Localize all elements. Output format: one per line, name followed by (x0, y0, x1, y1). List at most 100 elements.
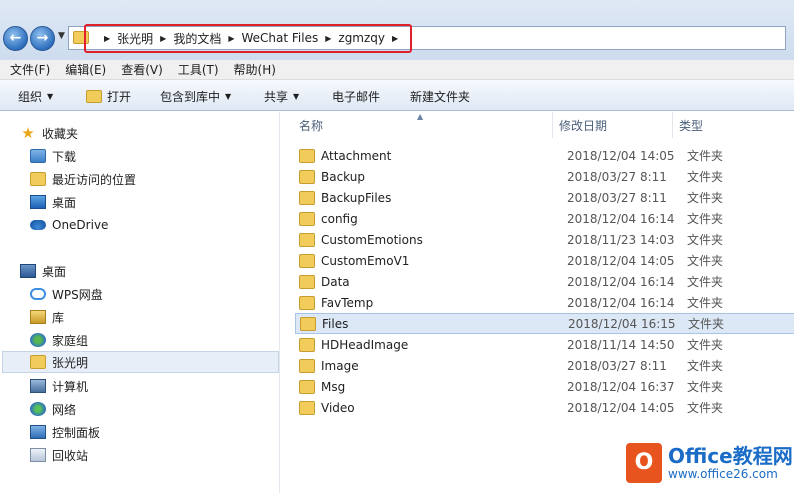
nav-control-panel[interactable]: 控制面板 (30, 421, 100, 443)
menu-tools[interactable]: 工具(T) (178, 61, 219, 78)
organize-label: 组织 (18, 90, 43, 104)
highlight-box (84, 24, 412, 53)
watermark: O Office教程网 www.office26.com (626, 443, 793, 483)
table-row[interactable]: CustomEmotions 2018/11/23 14:03 文件夹 (295, 229, 794, 250)
file-modified-date: 2018/03/27 8:11 (567, 190, 667, 205)
file-type: 文件夹 (687, 191, 724, 205)
file-name: Attachment (321, 148, 392, 163)
table-row[interactable]: Msg 2018/12/04 16:37 文件夹 (295, 376, 794, 397)
back-button[interactable]: ← (3, 26, 28, 51)
nav-favorites[interactable]: ★ 收藏夹 (20, 122, 78, 144)
table-row[interactable]: HDHeadImage 2018/11/14 14:50 文件夹 (295, 334, 794, 355)
file-list[interactable]: ▲ 名称 修改日期 类型 Attachment 2018/12/04 14:05 文… (281, 112, 794, 493)
file-name: Image (321, 358, 359, 373)
folder-icon (299, 274, 315, 289)
cloud-icon (30, 220, 46, 230)
file-modified-date: 2018/12/04 14:05 (567, 148, 675, 163)
desktop-monitor-icon (20, 264, 36, 278)
nav-computer[interactable]: 计算机 (30, 375, 88, 397)
file-modified-date: 2018/12/04 14:05 (567, 253, 675, 268)
nav-downloads[interactable]: 下载 (30, 145, 76, 167)
share-button[interactable]: 共享 ▼ (264, 88, 299, 105)
file-name: CustomEmoV1 (321, 253, 410, 268)
chevron-down-icon: ▼ (225, 92, 232, 101)
command-bar: 组织 ▼ 打开 包含到库中 ▼ 共享 ▼ 电子邮件 新建文件夹 (0, 80, 794, 111)
watermark-url: www.office26.com (668, 467, 778, 481)
file-name: HDHeadImage (321, 337, 409, 352)
nav-user-folder[interactable]: 张光明 (2, 351, 279, 373)
table-row[interactable]: config 2018/12/04 16:14 文件夹 (295, 208, 794, 229)
nav-homegroup[interactable]: 家庭组 (30, 329, 88, 351)
menu-view[interactable]: 查看(V) (121, 61, 163, 78)
folder-icon (299, 190, 315, 205)
table-row[interactable]: BackupFiles 2018/03/27 8:11 文件夹 (295, 187, 794, 208)
include-in-library-button[interactable]: 包含到库中 ▼ (160, 88, 231, 105)
nav-onedrive[interactable]: OneDrive (30, 214, 108, 236)
file-type: 文件夹 (687, 275, 724, 289)
history-dropdown-icon[interactable]: ▼ (58, 31, 65, 41)
file-name: config (321, 211, 358, 226)
nav-desktop-favorite[interactable]: 桌面 (30, 191, 76, 213)
table-row[interactable]: Video 2018/12/04 14:05 文件夹 (295, 397, 794, 418)
new-folder-label: 新建文件夹 (410, 90, 471, 104)
new-folder-button[interactable]: 新建文件夹 (410, 88, 470, 105)
column-header-name[interactable]: 名称 (293, 112, 553, 138)
table-row[interactable]: FavTemp 2018/12/04 16:14 文件夹 (295, 292, 794, 313)
navigation-pane[interactable]: ★ 收藏夹 下载 最近访问的位置 桌面 OneDrive 桌面 WPS网盘 库 … (0, 112, 280, 493)
user-folder-icon (30, 355, 46, 369)
file-type: 文件夹 (687, 338, 724, 352)
nav-recent-places[interactable]: 最近访问的位置 (30, 168, 136, 190)
column-header-type[interactable]: 类型 (673, 112, 794, 138)
column-label: 类型 (679, 118, 704, 133)
wps-cloud-icon (30, 288, 46, 300)
nav-libraries[interactable]: 库 (30, 306, 64, 328)
recent-places-icon (30, 172, 46, 186)
organize-button[interactable]: 组织 ▼ (18, 88, 53, 105)
nav-network[interactable]: 网络 (30, 398, 76, 420)
folder-icon (299, 148, 315, 163)
homegroup-icon (30, 333, 46, 347)
desktop-icon (30, 195, 46, 209)
office-logo-icon: O (626, 443, 662, 483)
table-row[interactable]: Data 2018/12/04 16:14 文件夹 (295, 271, 794, 292)
open-button[interactable]: 打开 (86, 88, 131, 105)
nav-wps-cloud[interactable]: WPS网盘 (30, 283, 103, 305)
table-row[interactable]: Backup 2018/03/27 8:11 文件夹 (295, 166, 794, 187)
file-type: 文件夹 (687, 296, 724, 310)
control-panel-icon (30, 425, 46, 439)
folder-icon (299, 358, 315, 373)
menu-help[interactable]: 帮助(H) (234, 61, 276, 78)
nav-desktop[interactable]: 桌面 (20, 260, 66, 282)
file-modified-date: 2018/12/04 16:14 (567, 211, 675, 226)
file-modified-date: 2018/03/27 8:11 (567, 169, 667, 184)
share-label: 共享 (264, 90, 289, 104)
folder-icon (299, 337, 315, 352)
file-modified-date: 2018/12/04 16:14 (567, 295, 675, 310)
file-name: Files (322, 316, 349, 331)
nav-recycle-bin[interactable]: 回收站 (30, 444, 88, 466)
file-type: 文件夹 (687, 149, 724, 163)
forward-button[interactable]: → (30, 26, 55, 51)
column-label: 修改日期 (559, 118, 608, 133)
table-row[interactable]: Image 2018/03/27 8:11 文件夹 (295, 355, 794, 376)
nav-label: 计算机 (52, 379, 89, 394)
table-row[interactable]: CustomEmoV1 2018/12/04 14:05 文件夹 (295, 250, 794, 271)
folder-icon (299, 253, 315, 268)
file-modified-date: 2018/12/04 14:05 (567, 400, 675, 415)
table-row[interactable]: Files 2018/12/04 16:15 文件夹 (295, 313, 794, 334)
file-type: 文件夹 (687, 380, 724, 394)
menu-edit[interactable]: 编辑(E) (65, 61, 106, 78)
folder-icon (299, 211, 315, 226)
file-type: 文件夹 (687, 254, 724, 268)
table-row[interactable]: Attachment 2018/12/04 14:05 文件夹 (295, 145, 794, 166)
computer-icon (30, 379, 46, 393)
chevron-down-icon: ▼ (293, 92, 300, 101)
menu-file[interactable]: 文件(F) (10, 61, 50, 78)
file-type: 文件夹 (687, 401, 724, 415)
email-button[interactable]: 电子邮件 (332, 88, 380, 105)
file-type: 文件夹 (687, 359, 724, 373)
folder-icon (300, 316, 316, 331)
chevron-down-icon: ▼ (47, 92, 54, 101)
folder-icon (299, 232, 315, 247)
column-header-date[interactable]: 修改日期 (553, 112, 673, 138)
